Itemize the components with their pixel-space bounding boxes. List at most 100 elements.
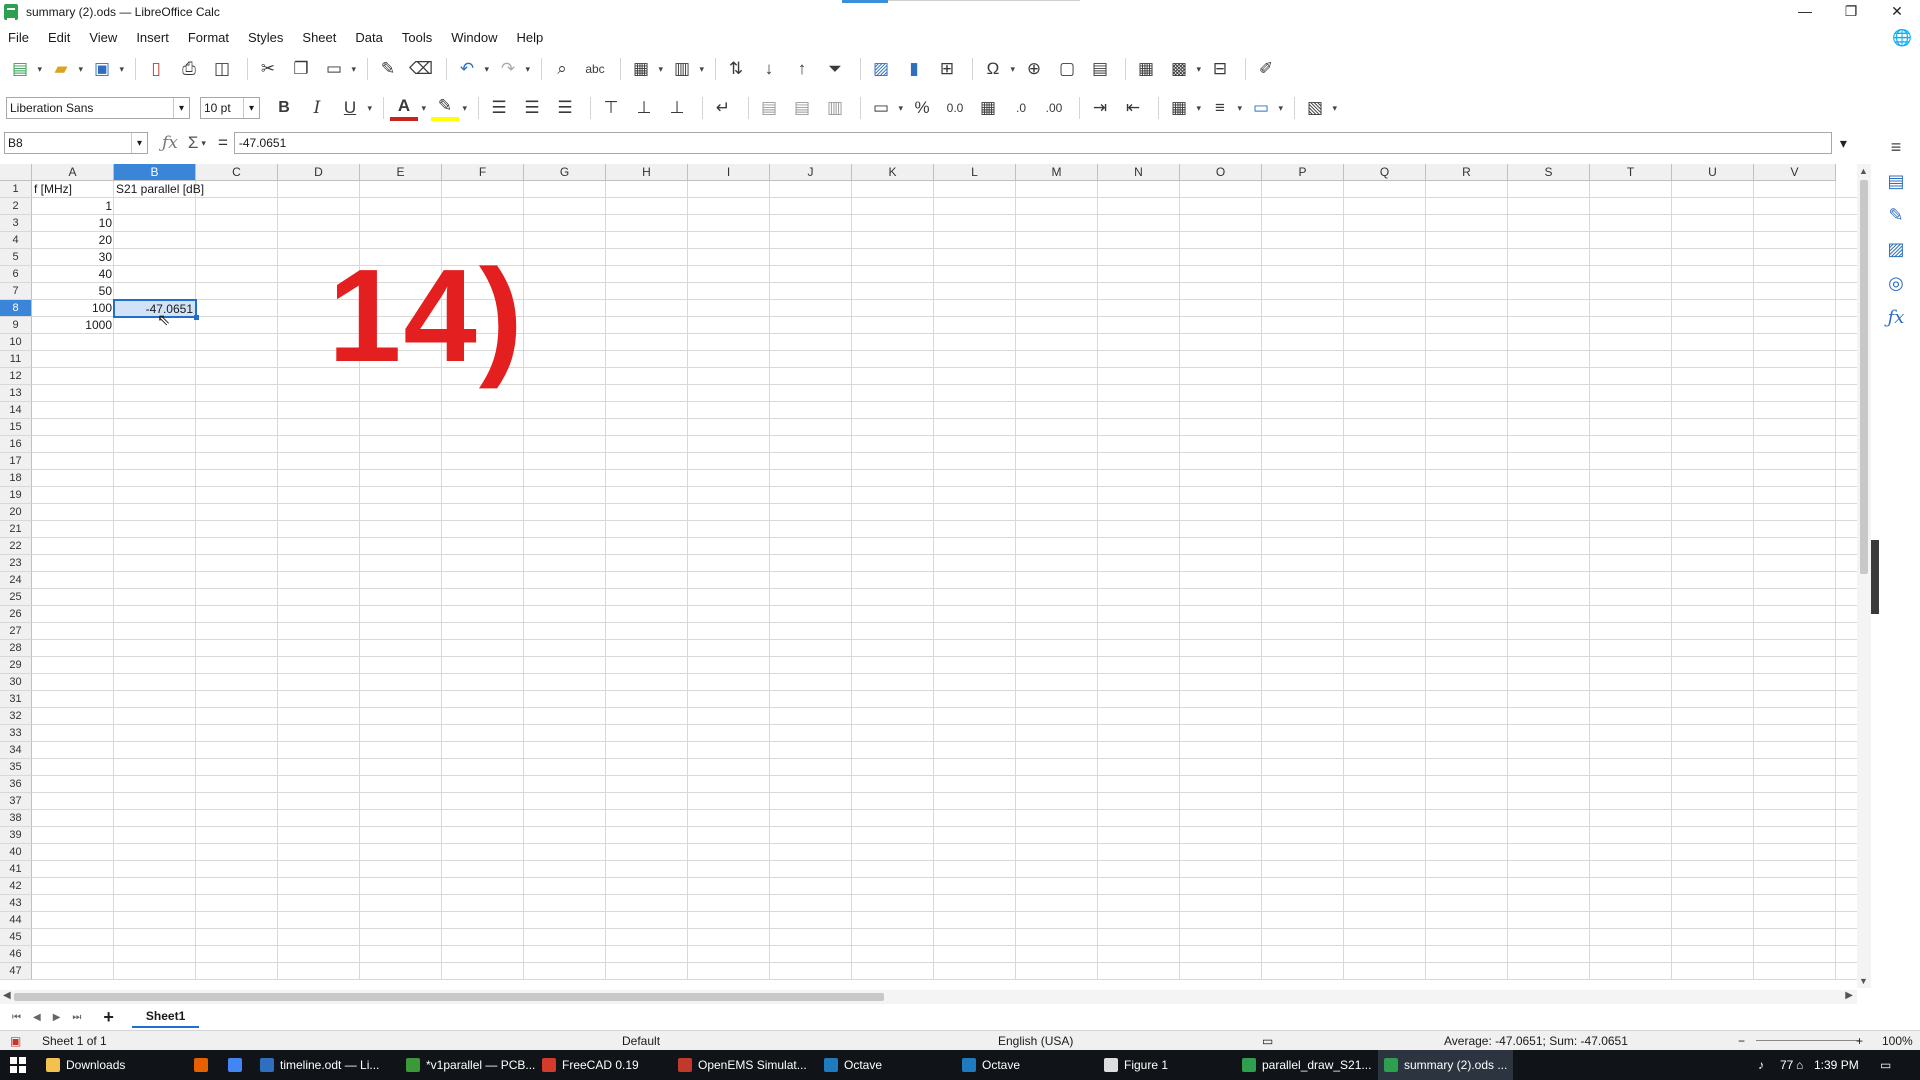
row-header-22[interactable]: 22 [0,538,32,555]
row-header-34[interactable]: 34 [0,742,32,759]
sidebar-collapse-handle[interactable] [1871,540,1879,614]
row-header-33[interactable]: 33 [0,725,32,742]
row-header-38[interactable]: 38 [0,810,32,827]
show-draw-functions-icon[interactable]: ✐ [1252,56,1280,82]
row-header-13[interactable]: 13 [0,385,32,402]
cell-a9[interactable]: 1000 [32,317,114,334]
menu-format[interactable]: Format [188,30,229,45]
column-header-p[interactable]: P [1262,164,1344,181]
chevron-down-icon[interactable]: ▾ [243,98,259,118]
row-header-37[interactable]: 37 [0,793,32,810]
increase-indent-icon[interactable]: ⇥ [1086,95,1114,121]
row-header-35[interactable]: 35 [0,759,32,776]
close-button[interactable]: ✕ [1874,0,1920,22]
taskbar-item[interactable] [222,1050,254,1080]
insert-image-icon[interactable]: ▨ [867,56,895,82]
name-box[interactable]: B8 ▾ [4,132,148,154]
chevron-down-icon[interactable]: ▾ [201,138,206,149]
date-format-icon[interactable]: ▦ [974,95,1002,121]
menu-help[interactable]: Help [516,30,543,45]
selection-summary[interactable]: Average: -47.0651; Sum: -47.0651 [1444,1034,1628,1048]
column-header-b[interactable]: B [114,164,196,181]
split-window-icon[interactable]: ⊟ [1206,56,1234,82]
font-name-box[interactable]: Liberation Sans ▾ [6,97,190,119]
row-header-36[interactable]: 36 [0,776,32,793]
hyperlink-icon[interactable]: ⊕ [1020,56,1048,82]
decrease-indent-icon[interactable]: ⇤ [1119,95,1147,121]
align-bottom-icon[interactable]: ⊥ [663,95,691,121]
row-header-45[interactable]: 45 [0,929,32,946]
merge-center-icon[interactable]: ▤ [755,95,783,121]
horizontal-scrollbar[interactable]: ◀ ▶ [0,990,1857,1004]
row-header-39[interactable]: 39 [0,827,32,844]
zoom-out-icon[interactable]: − [1738,1034,1745,1048]
column-icon[interactable]: ▥ [668,56,704,82]
selection-mode-icon[interactable]: ▭ [1262,1034,1273,1048]
row-header-47[interactable]: 47 [0,963,32,980]
menu-insert[interactable]: Insert [136,30,169,45]
row-header-7[interactable]: 7 [0,283,32,300]
row-header-12[interactable]: 12 [0,368,32,385]
highlight-color-icon[interactable]: ✎ [431,95,467,121]
font-color-icon[interactable]: A [390,95,426,121]
delete-decimal-icon[interactable]: .00 [1040,95,1068,121]
menu-window[interactable]: Window [451,30,497,45]
row-header-42[interactable]: 42 [0,878,32,895]
zoom-level[interactable]: 100% [1882,1034,1913,1048]
cell-a4[interactable]: 20 [32,232,114,249]
menu-tools[interactable]: Tools [402,30,432,45]
special-character-icon[interactable]: Ω [979,56,1015,82]
sidebar-menu-icon[interactable]: ≡ [1872,130,1920,164]
row-header-19[interactable]: 19 [0,487,32,504]
page-style[interactable]: Default [622,1034,660,1048]
column-header-q[interactable]: Q [1344,164,1426,181]
row-header-41[interactable]: 41 [0,861,32,878]
properties-icon[interactable]: ▤ [1872,164,1920,198]
cell-a6[interactable]: 40 [32,266,114,283]
cell-b1[interactable]: S21 parallel [dB] [114,181,204,198]
row-header-8[interactable]: 8 [0,300,32,317]
row-header-24[interactable]: 24 [0,572,32,589]
underline-button[interactable]: U [336,95,372,121]
scroll-down-icon[interactable]: ▼ [1859,976,1868,986]
taskbar-item[interactable] [188,1050,220,1080]
sort-icon[interactable]: ⇅ [722,56,750,82]
border-color-icon[interactable]: ▭ [1247,95,1283,121]
sort-descending-icon[interactable]: ↑ [788,56,816,82]
column-header-f[interactable]: F [442,164,524,181]
border-style-icon[interactable]: ≡ [1206,95,1242,121]
row-header-46[interactable]: 46 [0,946,32,963]
align-left-icon[interactable]: ☰ [485,95,513,121]
row-header-17[interactable]: 17 [0,453,32,470]
functions-icon[interactable]: ƒx [1872,300,1920,334]
prev-sheet-icon[interactable]: ◀ [33,1012,41,1023]
align-center-icon[interactable]: ☰ [518,95,546,121]
last-sheet-icon[interactable]: ⏭ [72,1012,81,1023]
taskbar-item[interactable]: Figure 1 [1098,1050,1174,1080]
menu-sheet[interactable]: Sheet [302,30,336,45]
taskbar-item[interactable]: Downloads [40,1050,131,1080]
menu-data[interactable]: Data [355,30,382,45]
cell-a2[interactable]: 1 [32,198,114,215]
menu-edit[interactable]: Edit [48,30,70,45]
row-header-14[interactable]: 14 [0,402,32,419]
row-header-25[interactable]: 25 [0,589,32,606]
sheet-tab-sheet1[interactable]: Sheet1 [131,1006,200,1028]
autofilter-icon[interactable]: ⏷ [821,56,849,82]
font-size-box[interactable]: 10 pt ▾ [200,97,260,119]
freeze-rows-columns-icon[interactable]: ▩ [1165,56,1201,82]
column-header-m[interactable]: M [1016,164,1098,181]
add-sheet-button[interactable]: + [103,1007,114,1028]
first-sheet-icon[interactable]: ⏮ [12,1012,21,1023]
formula-equals-icon[interactable]: = [218,133,228,153]
taskbar-item[interactable]: Octave [818,1050,888,1080]
gallery-icon[interactable]: ▨ [1872,232,1920,266]
align-middle-icon[interactable]: ⊥ [630,95,658,121]
bold-button[interactable]: B [270,95,298,121]
cell-a7[interactable]: 50 [32,283,114,300]
row-header-40[interactable]: 40 [0,844,32,861]
chevron-down-icon[interactable]: ▾ [173,98,189,118]
column-header-t[interactable]: T [1590,164,1672,181]
restore-button[interactable]: ❐ [1828,0,1874,22]
scroll-right-icon[interactable]: ▶ [1845,990,1853,1001]
